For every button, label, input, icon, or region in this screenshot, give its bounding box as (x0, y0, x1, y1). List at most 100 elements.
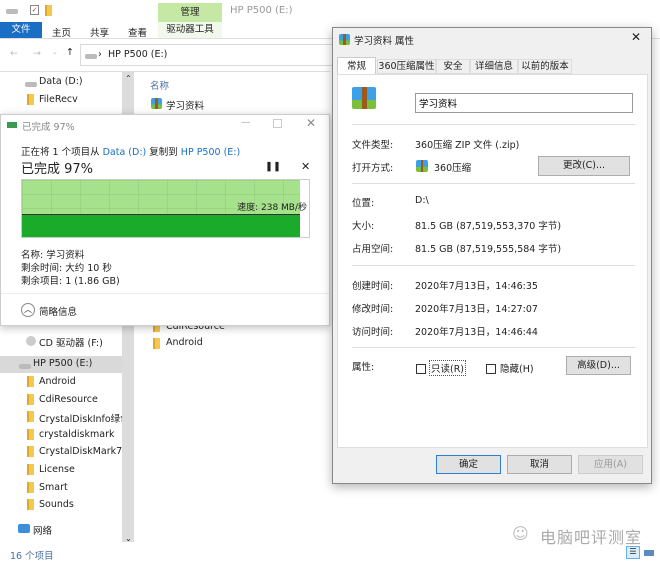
folder-icon[interactable] (45, 5, 52, 16)
nav-item-folder[interactable]: License (39, 464, 122, 475)
nav-item-folder[interactable]: CrystalDiskMark7 (39, 446, 122, 457)
back-icon[interactable]: ← (10, 48, 18, 59)
tab-security[interactable]: 安全 (436, 59, 470, 74)
change-button[interactable]: 更改(C)... (538, 156, 630, 176)
tab-home[interactable]: 主页 (52, 25, 71, 39)
folder-icon (27, 376, 34, 387)
tab-file[interactable]: 文件 (0, 22, 42, 38)
property-value: D:\ (415, 195, 429, 206)
zip-file-large-icon (352, 87, 376, 109)
advanced-button[interactable]: 高级(D)... (566, 356, 631, 375)
nav-item-folder[interactable]: crystaldiskmark (39, 429, 122, 440)
nav-item-folder[interactable]: CdiResource (39, 394, 122, 405)
app-360-icon (416, 160, 428, 172)
folder-icon (27, 499, 34, 511)
item-name: 名称: 学习资料 (21, 250, 85, 261)
folder-icon (153, 338, 160, 349)
tab-view[interactable]: 查看 (128, 25, 147, 39)
progress-label: 已完成 97% (21, 162, 94, 177)
drive-icon (85, 54, 97, 59)
cd-drive-icon (26, 336, 36, 346)
close-button[interactable]: ✕ (631, 30, 641, 44)
speed-fill (22, 214, 301, 237)
tab-share[interactable]: 共享 (90, 25, 109, 39)
close-button[interactable]: ✕ (306, 116, 316, 130)
maximize-button[interactable] (273, 119, 282, 128)
property-value: 81.5 GB (87,519,555,584 字节) (415, 244, 562, 255)
hidden-label[interactable]: 隐藏(H) (500, 361, 534, 375)
property-value: 2020年7月13日，14:46:35 (415, 281, 538, 292)
file-item[interactable]: Android (166, 337, 203, 348)
file-name-input[interactable] (415, 93, 633, 113)
properties-icon[interactable]: ✓ (30, 5, 39, 15)
folder-icon (27, 428, 34, 440)
tab-drive-tools[interactable]: 驱动器工具 (158, 22, 222, 38)
nav-item-filerecv[interactable]: FileRecv (39, 94, 78, 105)
cancel-copy-button[interactable]: ✕ (301, 160, 310, 173)
property-value: 81.5 GB (87,519,553,370 字节) (415, 221, 562, 232)
properties-title: 学习资料 属性 (354, 36, 415, 47)
folder-icon (27, 94, 34, 105)
property-label: 打开方式: (352, 163, 394, 174)
nav-item-data-d[interactable]: Data (D:) (39, 76, 83, 87)
less-details-button[interactable]: 简略信息 (39, 304, 77, 318)
tab-details[interactable]: 详细信息 (470, 59, 518, 74)
file-item[interactable]: 学习资料 (166, 98, 204, 112)
hidden-checkbox[interactable] (486, 364, 496, 374)
drive-icon (19, 364, 31, 369)
scroll-down-icon[interactable]: ⌄ (125, 534, 132, 543)
copy-icon (7, 122, 17, 128)
breadcrumb[interactable]: HP P500 (E:) (108, 49, 167, 60)
tab-general[interactable]: 常规 (337, 57, 376, 75)
source-link[interactable]: Data (D:) (103, 147, 147, 158)
attributes-label: 属性: (352, 362, 375, 373)
nav-item-network[interactable]: 网络 (33, 523, 52, 537)
drive-icon (25, 82, 37, 87)
column-header-name[interactable]: 名称 (150, 78, 169, 92)
nav-item-cd-drive[interactable]: CD 驱动器 (F:) (39, 335, 103, 349)
property-label: 大小: (352, 221, 375, 232)
nav-item-folder[interactable]: Smart (39, 482, 122, 493)
apply-button[interactable]: 应用(A) (578, 455, 643, 474)
nav-item-folder[interactable]: Sounds (39, 499, 122, 510)
folder-icon (27, 481, 34, 493)
property-label: 位置: (352, 198, 375, 209)
property-label: 创建时间: (352, 281, 394, 292)
readonly-checkbox[interactable] (416, 364, 426, 374)
property-value: 2020年7月13日，14:46:44 (415, 327, 538, 338)
watermark: 电脑吧评测室 (540, 528, 643, 547)
folder-icon (27, 411, 34, 423)
minimize-button[interactable]: — (241, 117, 251, 128)
zip-file-icon (151, 98, 162, 109)
pause-button[interactable]: ❚❚ (265, 161, 281, 172)
window-title: HP P500 (E:) (230, 5, 293, 16)
copy-dialog-title: 已完成 97% (22, 122, 75, 133)
dest-link[interactable]: HP P500 (E:) (181, 147, 240, 158)
network-icon (18, 524, 30, 533)
copy-dialog: 已完成 97% — ✕ 正在将 1 个项目从 Data (D:) 复制到 HP … (0, 114, 330, 326)
chevron-down-icon[interactable]: ⌄ (52, 48, 58, 56)
up-icon[interactable]: ↑ (66, 47, 74, 58)
nav-item-folder[interactable]: CrystalDiskInfo绿色版 (39, 411, 122, 425)
property-label: 占用空间: (352, 244, 394, 255)
forward-icon[interactable]: → (33, 48, 41, 59)
cancel-button[interactable]: 取消 (507, 455, 572, 474)
property-label: 修改时间: (352, 304, 394, 315)
property-value: 360压缩 (434, 163, 472, 174)
ok-button[interactable]: 确定 (436, 455, 501, 474)
nav-item-folder[interactable]: Android (39, 376, 122, 387)
chevron-up-icon[interactable]: ︿ (21, 303, 35, 317)
nav-item-hp-p500[interactable]: HP P500 (E:) (33, 358, 92, 369)
properties-dialog: 学习资料 属性 ✕ 常规 360压缩属性 安全 详细信息 以前的版本 文件类型:… (332, 27, 652, 484)
drive-icon (6, 9, 18, 14)
copy-description-mid: 复制到 (146, 147, 181, 158)
tiles-view-icon[interactable] (644, 550, 654, 556)
tab-360-properties[interactable]: 360压缩属性 (377, 59, 436, 74)
time-left: 剩余时间: 大约 10 秒 (21, 263, 112, 274)
property-label: 文件类型: (352, 140, 394, 151)
tab-previous-versions[interactable]: 以前的版本 (518, 59, 572, 74)
readonly-label[interactable]: 只读(R) (429, 360, 467, 376)
scroll-up-icon[interactable]: ⌃ (125, 74, 132, 83)
speed-label: 速度: 238 MB/秒 (237, 203, 307, 213)
copy-description: 正在将 1 个项目从 (21, 147, 103, 158)
